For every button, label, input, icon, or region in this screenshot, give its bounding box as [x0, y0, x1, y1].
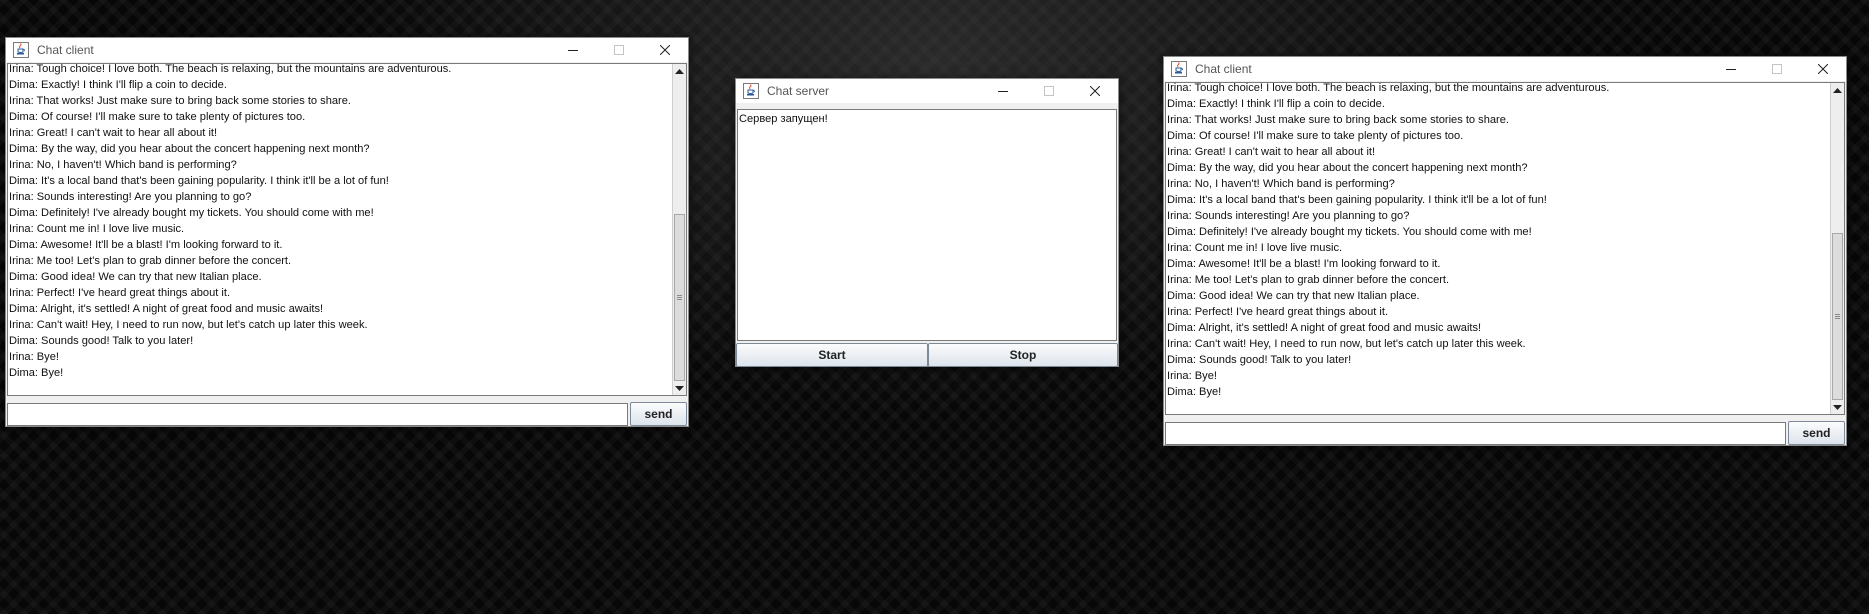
- message-line: Dima: Definitely! I've already bought my…: [1167, 226, 1532, 238]
- maximize-icon: [614, 45, 624, 55]
- scrollbar-thumb[interactable]: [674, 214, 685, 381]
- maximize-icon: [1772, 64, 1782, 74]
- message-line: Irina: Great! I can't wait to hear all a…: [9, 127, 218, 139]
- message-line: Dima: By the way, did you hear about the…: [1167, 162, 1528, 174]
- window-title: Chat client: [1195, 62, 1252, 76]
- maximize-icon: [1044, 86, 1054, 96]
- message-line: Irina: Perfect! I've heard great things …: [9, 287, 231, 299]
- message-line: Irina: Sounds interesting! Are you plann…: [1167, 210, 1410, 222]
- scrollbar-thumb[interactable]: [1832, 233, 1843, 400]
- close-button[interactable]: [1800, 57, 1846, 81]
- message-line: Dima: Sounds good! Talk to you later!: [9, 335, 194, 347]
- send-button[interactable]: send: [1788, 421, 1845, 445]
- window-title: Chat server: [767, 84, 830, 98]
- java-icon: [13, 42, 29, 58]
- message-list: Irina: Tough choice! I love both. The be…: [1167, 82, 1829, 400]
- message-line: Irina: Can't wait! Hey, I need to run no…: [1167, 338, 1526, 350]
- maximize-button: [1026, 79, 1072, 103]
- server-log: Сервер запущен!: [739, 111, 1116, 127]
- chat-client-window-right: Chat client Irina: Tough choice! I love …: [1163, 56, 1847, 446]
- message-line: Dima: Bye!: [1167, 386, 1222, 398]
- message-line: Dima: It's a local band that's been gain…: [1167, 194, 1547, 206]
- vertical-scrollbar[interactable]: [1830, 83, 1844, 414]
- scroll-down-button[interactable]: [673, 381, 686, 395]
- message-line: Irina: Count me in! I love live music.: [1167, 242, 1343, 254]
- chat-messages-area[interactable]: Irina: Tough choice! I love both. The be…: [1165, 82, 1845, 415]
- close-icon: [660, 45, 670, 55]
- message-line: Dima: By the way, did you hear about the…: [9, 143, 370, 155]
- scroll-up-arrow-icon: [675, 68, 684, 74]
- message-line: Irina: That works! Just make sure to bri…: [9, 95, 351, 107]
- message-line: Irina: No, I haven't! Which band is perf…: [9, 159, 237, 171]
- message-input[interactable]: [7, 403, 628, 426]
- message-line: Irina: Great! I can't wait to hear all a…: [1167, 146, 1376, 158]
- title-bar[interactable]: Chat server: [736, 79, 1118, 103]
- message-input[interactable]: [1165, 422, 1786, 445]
- message-line: Irina: Bye!: [9, 351, 59, 363]
- message-line: Dima: Good idea! We can try that new Ita…: [9, 271, 262, 283]
- message-line: Dima: It's a local band that's been gain…: [9, 175, 389, 187]
- chat-server-window: Chat server Сервер запущен! Start Stop: [735, 78, 1119, 367]
- message-line: Irina: That works! Just make sure to bri…: [1167, 114, 1509, 126]
- scroll-down-arrow-icon: [675, 385, 684, 391]
- window-title: Chat client: [37, 43, 94, 57]
- log-line: Сервер запущен!: [739, 113, 828, 125]
- message-line: Dima: Awesome! It'll be a blast! I'm loo…: [1167, 258, 1441, 270]
- message-line: Dima: Definitely! I've already bought my…: [9, 207, 374, 219]
- title-bar[interactable]: Chat client: [1164, 57, 1846, 81]
- stop-button[interactable]: Stop: [928, 343, 1118, 367]
- scroll-down-arrow-icon: [1833, 404, 1842, 410]
- scroll-up-arrow-icon: [1833, 87, 1842, 93]
- scroll-up-button[interactable]: [1831, 83, 1844, 97]
- message-line: Irina: Tough choice! I love both. The be…: [1167, 82, 1610, 94]
- server-log-area[interactable]: Сервер запущен!: [737, 109, 1117, 341]
- minimize-button[interactable]: [1708, 57, 1754, 81]
- message-line: Dima: Of course! I'll make sure to take …: [1167, 130, 1464, 142]
- message-line: Irina: Me too! Let's plan to grab dinner…: [1167, 274, 1450, 286]
- java-icon: [1171, 61, 1187, 77]
- minimize-icon: [568, 50, 578, 51]
- message-line: Irina: Sounds interesting! Are you plann…: [9, 191, 252, 203]
- maximize-button: [1754, 57, 1800, 81]
- message-line: Dima: Exactly! I think I'll flip a coin …: [1167, 98, 1385, 110]
- message-line: Irina: Can't wait! Hey, I need to run no…: [9, 319, 368, 331]
- send-button[interactable]: send: [630, 402, 687, 426]
- minimize-icon: [1726, 69, 1736, 70]
- scroll-up-button[interactable]: [673, 64, 686, 78]
- chat-client-window-left: Chat client Irina: Tough choice! I love …: [5, 37, 689, 427]
- message-line: Dima: Alright, it's settled! A night of …: [9, 303, 324, 315]
- message-line: Dima: Alright, it's settled! A night of …: [1167, 322, 1482, 334]
- chat-messages-area[interactable]: Irina: Tough choice! I love both. The be…: [7, 63, 687, 396]
- message-line: Dima: Good idea! We can try that new Ita…: [1167, 290, 1420, 302]
- message-line: Irina: Me too! Let's plan to grab dinner…: [9, 255, 292, 267]
- minimize-button[interactable]: [550, 38, 596, 62]
- title-bar[interactable]: Chat client: [6, 38, 688, 62]
- scroll-down-button[interactable]: [1831, 400, 1844, 414]
- close-icon: [1090, 86, 1100, 96]
- vertical-scrollbar[interactable]: [672, 64, 686, 395]
- message-line: Dima: Bye!: [9, 367, 64, 379]
- close-icon: [1818, 64, 1828, 74]
- minimize-button[interactable]: [980, 79, 1026, 103]
- start-button[interactable]: Start: [736, 343, 928, 367]
- message-line: Irina: Tough choice! I love both. The be…: [9, 63, 452, 75]
- minimize-icon: [998, 91, 1008, 92]
- maximize-button: [596, 38, 642, 62]
- message-line: Irina: Perfect! I've heard great things …: [1167, 306, 1389, 318]
- message-line: Dima: Of course! I'll make sure to take …: [9, 111, 306, 123]
- message-line: Dima: Sounds good! Talk to you later!: [1167, 354, 1352, 366]
- message-line: Irina: No, I haven't! Which band is perf…: [1167, 178, 1395, 190]
- message-line: Irina: Bye!: [1167, 370, 1217, 382]
- close-button[interactable]: [1072, 79, 1118, 103]
- java-icon: [743, 83, 759, 99]
- message-list: Irina: Tough choice! I love both. The be…: [9, 63, 671, 381]
- message-line: Dima: Exactly! I think I'll flip a coin …: [9, 79, 227, 91]
- close-button[interactable]: [642, 38, 688, 62]
- message-line: Dima: Awesome! It'll be a blast! I'm loo…: [9, 239, 283, 251]
- message-line: Irina: Count me in! I love live music.: [9, 223, 185, 235]
